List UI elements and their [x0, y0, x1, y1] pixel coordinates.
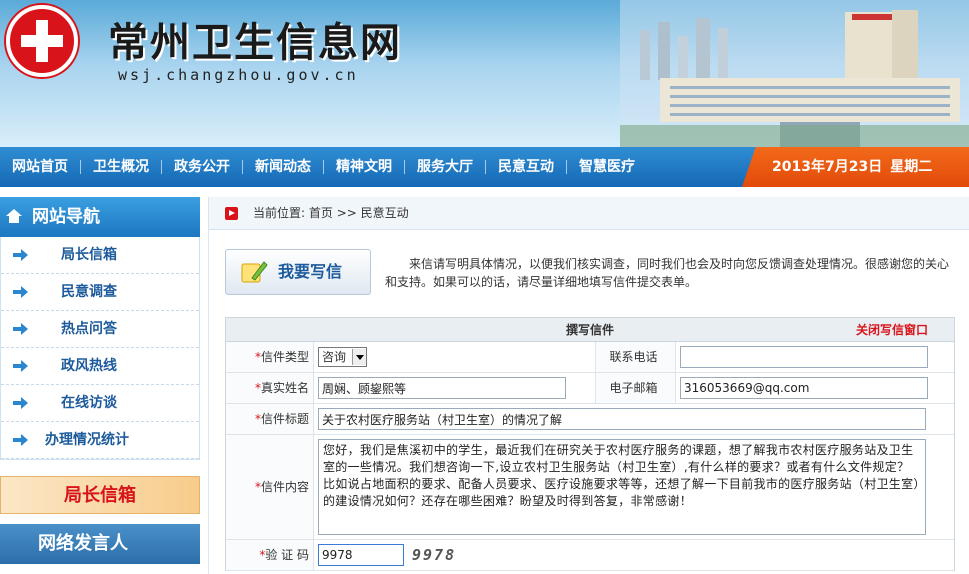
home-icon	[6, 209, 22, 223]
write-letter-button[interactable]: 我要写信	[225, 249, 371, 295]
sidebar-item-label: 热点问答	[61, 321, 117, 337]
nav-home[interactable]: 网站首页	[0, 160, 81, 174]
nav-service-hall[interactable]: 服务大厅	[405, 160, 486, 174]
breadcrumb-current[interactable]: 民意互动	[361, 206, 409, 220]
sidebar: 网站导航 局长信箱 民意调查 热点问答 政风热线 在线访谈 办理情况统计 局长信…	[0, 197, 200, 574]
date-display: 2013年7月23日 星期二	[742, 147, 969, 187]
real-name-input[interactable]	[318, 377, 566, 399]
sidebar-item-label: 局长信箱	[61, 247, 117, 263]
sidebar-title: 网站导航	[32, 207, 100, 227]
captcha-label: *验 证 码	[226, 540, 314, 570]
name-label: *真实姓名	[226, 373, 314, 403]
nav-government-affairs[interactable]: 政务公开	[162, 160, 243, 174]
nav-overview[interactable]: 卫生概况	[81, 160, 162, 174]
red-cross-logo	[6, 5, 78, 77]
date-text: 2013年7月23日	[772, 159, 883, 175]
city-skyline-image	[620, 0, 969, 147]
sidebar-item-label: 民意调查	[61, 284, 117, 300]
sidebar-item-hot-qa[interactable]: 热点问答	[1, 311, 199, 348]
captcha-input[interactable]	[318, 544, 404, 566]
letter-form: 撰写信件 关闭写信窗口 *信件类型 咨询 联系电话 *真实姓名 电子邮箱 *信件…	[225, 317, 955, 571]
weekday-text: 星期二	[890, 159, 933, 175]
sidebar-item-label: 办理情况统计	[45, 432, 129, 448]
form-row-type: *信件类型 咨询 联系电话	[226, 342, 954, 373]
main-content: 当前位置: 首页 >> 民意互动 我要写信 来信请写明具体情况，以便我们核实调查…	[208, 197, 969, 574]
arrow-right-icon	[13, 360, 28, 372]
arrow-right-icon	[13, 434, 28, 446]
sidebar-list: 局长信箱 民意调查 热点问答 政风热线 在线访谈 办理情况统计	[0, 237, 200, 460]
breadcrumb-separator: >>	[336, 206, 357, 220]
nav-civilization[interactable]: 精神文明	[324, 160, 405, 174]
sidebar-item-hotline[interactable]: 政风热线	[1, 348, 199, 385]
content-label: *信件内容	[226, 435, 314, 539]
content-textarea[interactable]: 您好，我们是焦溪初中的学生，最近我们在研究关于农村医疗服务的课题，想了解我市农村…	[318, 439, 926, 535]
form-row-captcha: *验 证 码 9978	[226, 540, 954, 571]
breadcrumb-home[interactable]: 首页	[309, 206, 333, 220]
sidebar-item-survey[interactable]: 民意调查	[1, 274, 199, 311]
form-title: 撰写信件	[565, 323, 614, 337]
subject-input[interactable]	[318, 408, 926, 430]
close-form-link[interactable]: 关闭写信窗口	[856, 318, 928, 342]
sidebar-item-label: 在线访谈	[61, 395, 117, 411]
site-title: 常州卫生信息网	[108, 19, 402, 66]
sidebar-item-online-interview[interactable]: 在线访谈	[1, 385, 199, 422]
arrow-right-icon	[13, 323, 28, 335]
director-mailbox-banner[interactable]: 局长信箱	[0, 476, 200, 514]
arrow-right-icon	[13, 249, 28, 261]
email-input[interactable]	[680, 377, 928, 399]
breadcrumb-prefix: 当前位置:	[253, 206, 306, 220]
sidebar-header: 网站导航	[0, 197, 200, 237]
sidebar-item-statistics[interactable]: 办理情况统计	[1, 422, 199, 459]
nav-smart-medical[interactable]: 智慧医疗	[567, 160, 647, 174]
form-row-name: *真实姓名 电子邮箱	[226, 373, 954, 404]
form-header: 撰写信件 关闭写信窗口	[226, 318, 954, 342]
spokesperson-banner[interactable]: 网络发言人	[0, 524, 200, 564]
form-row-content: *信件内容 您好，我们是焦溪初中的学生，最近我们在研究关于农村医疗服务的课题，想…	[226, 435, 954, 540]
arrow-right-icon	[13, 286, 28, 298]
nav-public-interaction[interactable]: 民意互动	[486, 160, 567, 174]
site-url: wsj.changzhou.gov.cn	[118, 66, 359, 84]
letter-type-select[interactable]: 咨询	[318, 347, 368, 367]
type-label: *信件类型	[226, 342, 314, 372]
nav-news[interactable]: 新闻动态	[243, 160, 324, 174]
phone-label: 联系电话	[596, 342, 676, 372]
arrow-right-icon	[13, 397, 28, 409]
site-header: 常州卫生信息网 wsj.changzhou.gov.cn	[0, 0, 969, 147]
sidebar-item-label: 政风热线	[61, 358, 117, 374]
email-label: 电子邮箱	[596, 373, 676, 403]
captcha-image[interactable]: 9978	[412, 546, 456, 564]
form-row-subject: *信件标题	[226, 404, 954, 435]
write-letter-label: 我要写信	[278, 262, 343, 281]
main-nav: 网站首页 卫生概况 政务公开 新闻动态 精神文明 服务大厅 民意互动 智慧医疗 …	[0, 147, 969, 187]
subject-label: *信件标题	[226, 404, 314, 434]
sidebar-item-director-mailbox[interactable]: 局长信箱	[1, 237, 199, 274]
phone-input[interactable]	[680, 346, 928, 368]
intro-text: 来信请写明具体情况，以便我们核实调查，同时我们也会及时向您反馈调查处理情况。很感…	[385, 257, 950, 289]
breadcrumb: 当前位置: 首页 >> 民意互动	[209, 197, 969, 230]
chevron-down-icon	[352, 349, 367, 365]
location-icon	[225, 207, 238, 220]
write-letter-icon	[241, 261, 268, 283]
